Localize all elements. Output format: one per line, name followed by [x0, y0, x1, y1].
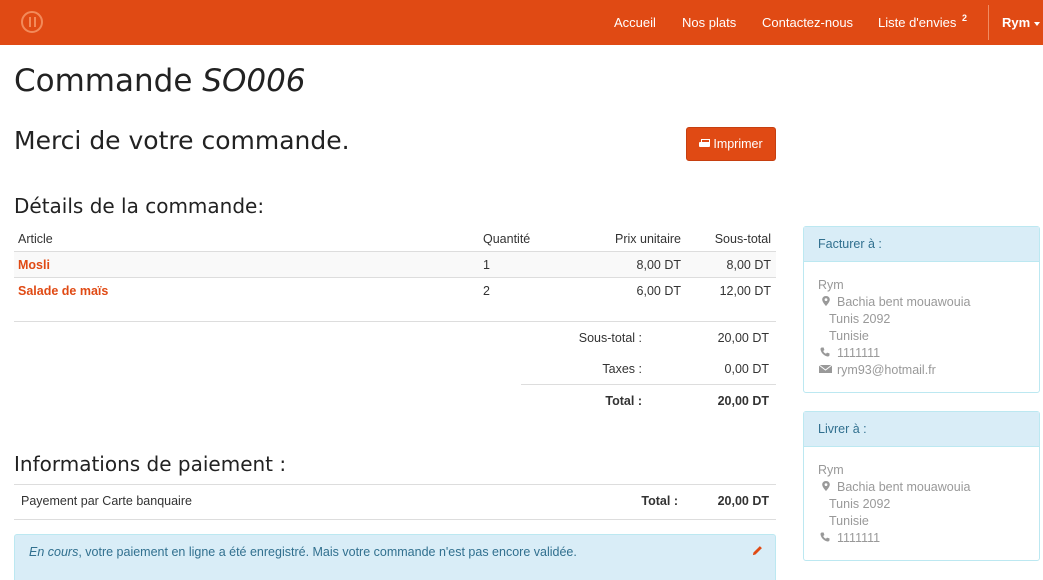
row-qty: 2	[483, 284, 490, 298]
payment-status-message: , votre paiement en ligne a été enregist…	[78, 545, 577, 559]
row-subtotal: 8,00 DT	[726, 258, 771, 272]
total-value: 20,00 DT	[717, 394, 769, 408]
shipping-country: Tunisie	[829, 514, 869, 528]
billing-email: rym93@hotmail.fr	[837, 363, 936, 377]
envelope-icon	[819, 364, 832, 373]
pencil-icon[interactable]	[752, 545, 763, 556]
taxes-value: 0,00 DT	[724, 362, 769, 376]
row-unit-price: 6,00 DT	[636, 284, 681, 298]
payment-status-alert: En cours, votre paiement en ligne a été …	[14, 534, 776, 580]
col-prix-unitaire: Prix unitaire	[615, 232, 681, 246]
totals-divider	[521, 384, 776, 385]
order-reference: SO006	[202, 63, 306, 99]
map-marker-icon	[822, 296, 830, 306]
billing-panel-title: Facturer à :	[804, 227, 1039, 262]
total-label: Total :	[605, 394, 642, 408]
shipping-panel-title: Livrer à :	[804, 412, 1039, 447]
nav-accueil[interactable]: Accueil	[614, 15, 656, 30]
map-marker-icon	[822, 481, 830, 491]
payment-divider	[14, 519, 776, 520]
payment-method: Payement par Carte banquaire	[21, 494, 192, 508]
billing-street: Bachia bent mouawouia	[837, 295, 971, 309]
subtotal-label: Sous-total :	[578, 331, 642, 345]
payment-status-state: En cours	[29, 545, 79, 559]
billing-phone: 1111111	[837, 346, 881, 360]
item-link-salade[interactable]: Salade de maïs	[18, 284, 108, 298]
billing-country: Tunisie	[829, 329, 869, 343]
page-title: Commande SO006	[14, 63, 306, 99]
top-navbar: Accueil Nos plats Contactez-nous Liste d…	[0, 0, 1043, 45]
billing-city: Tunis 2092	[829, 312, 891, 326]
nav-liste-envies[interactable]: Liste d'envies	[878, 15, 956, 30]
table-divider	[14, 277, 776, 278]
row-subtotal: 12,00 DT	[719, 284, 771, 298]
table-divider	[14, 321, 776, 322]
payment-divider	[14, 484, 776, 485]
phone-icon	[820, 532, 830, 542]
shipping-street: Bachia bent mouawouia	[837, 480, 971, 494]
caret-down-icon	[1034, 21, 1041, 26]
phone-icon	[820, 347, 830, 357]
print-button[interactable]: Imprimer	[686, 127, 776, 161]
col-article: Article	[18, 232, 53, 246]
brand-logo-icon[interactable]	[21, 11, 43, 33]
subtotal-value: 20,00 DT	[717, 331, 769, 345]
wishlist-count-badge: 2	[962, 13, 968, 23]
row-qty: 1	[483, 258, 490, 272]
nav-contactez-nous[interactable]: Contactez-nous	[762, 15, 853, 30]
nav-nos-plats[interactable]: Nos plats	[682, 15, 736, 30]
shipping-city: Tunis 2092	[829, 497, 891, 511]
col-sous-total: Sous-total	[714, 232, 771, 246]
order-details-title: Détails de la commande:	[14, 194, 265, 218]
printer-icon	[699, 139, 711, 149]
payment-total-value: 20,00 DT	[717, 494, 769, 508]
print-button-label: Imprimer	[713, 137, 763, 151]
col-quantite: Quantité	[483, 232, 531, 246]
billing-name: Rym	[818, 278, 844, 292]
nav-divider	[988, 5, 989, 40]
user-menu[interactable]: Rym	[1002, 15, 1041, 30]
item-link-mosli[interactable]: Mosli	[18, 258, 50, 272]
taxes-label: Taxes :	[602, 362, 642, 376]
page-title-prefix: Commande	[14, 63, 193, 99]
payment-total-label: Total :	[641, 494, 678, 508]
user-name: Rym	[1002, 15, 1031, 30]
payment-status-text: En cours, votre paiement en ligne a été …	[29, 545, 577, 559]
payment-info-title: Informations de paiement :	[14, 452, 287, 476]
thank-you-message: Merci de votre commande.	[14, 126, 350, 155]
row-unit-price: 8,00 DT	[636, 258, 681, 272]
shipping-phone: 1111111	[837, 531, 881, 545]
shipping-name: Rym	[818, 463, 844, 477]
